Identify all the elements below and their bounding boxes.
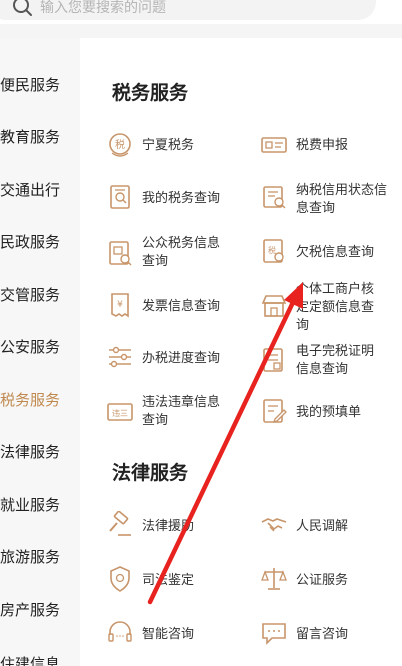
tax-declare-icon bbox=[260, 131, 288, 159]
service-mediation[interactable]: 人民调解 bbox=[260, 511, 390, 541]
tax-certificate-icon bbox=[260, 346, 288, 374]
service-label: 发票信息查询 bbox=[142, 298, 221, 313]
service-public-tax-info[interactable]: 公众税务信息查询 bbox=[106, 235, 246, 271]
service-progress-query[interactable]: 办税进度查询 bbox=[106, 343, 246, 373]
service-label: 我的税务查询 bbox=[142, 190, 221, 205]
service-label: 宁夏税务 bbox=[142, 137, 195, 152]
scales-icon bbox=[260, 565, 288, 593]
divider-band bbox=[0, 24, 402, 38]
progress-sliders-icon bbox=[106, 343, 134, 371]
service-label: 办税进度查询 bbox=[142, 350, 221, 365]
service-label: 公证服务 bbox=[296, 572, 349, 587]
service-label: 税费申报 bbox=[296, 137, 349, 152]
svg-text:税: 税 bbox=[268, 245, 276, 255]
sidebar-item-employment[interactable]: 就业服务 bbox=[0, 491, 80, 521]
message-icon bbox=[260, 619, 288, 647]
service-label: 智能咨询 bbox=[142, 626, 195, 641]
service-judicial-appraisal[interactable]: 司法鉴定 bbox=[106, 565, 236, 595]
search-input[interactable]: 输入您要搜索的问题 bbox=[40, 0, 166, 17]
service-tax-declare[interactable]: 税费申报 bbox=[260, 131, 390, 161]
section-title-law: 法律服务 bbox=[112, 463, 189, 484]
service-label: 电子完税证明信息查询 bbox=[296, 343, 375, 376]
service-label: 违法违章信息查询 bbox=[142, 394, 221, 427]
svg-text:税: 税 bbox=[115, 138, 125, 151]
service-my-tax-query[interactable]: 我的税务查询 bbox=[106, 183, 246, 213]
sidebar-item-education[interactable]: 教育服务 bbox=[0, 123, 80, 153]
service-ningxia-tax[interactable]: 税 宁夏税务 bbox=[106, 131, 236, 161]
service-legal-aid[interactable]: 法律援助 bbox=[106, 510, 236, 541]
sidebar-item-transport[interactable]: 交通出行 bbox=[0, 176, 80, 206]
service-violation-query[interactable]: 违三 违法违章信息查询 bbox=[106, 393, 246, 429]
tax-debt-icon: 税 bbox=[260, 237, 288, 265]
gavel-icon bbox=[106, 510, 134, 539]
service-label: 司法鉴定 bbox=[142, 572, 195, 587]
document-search-icon bbox=[106, 183, 134, 211]
prefill-form-icon bbox=[260, 397, 288, 425]
service-label: 法律援助 bbox=[142, 518, 195, 533]
service-label: 留言咨询 bbox=[296, 626, 349, 641]
search-icon[interactable] bbox=[12, 0, 34, 18]
sidebar-item-housing[interactable]: 房产服务 bbox=[0, 596, 80, 626]
sidebar-item-police[interactable]: 公安服务 bbox=[0, 333, 80, 363]
service-tax-certificate[interactable]: 电子完税证明信息查询 bbox=[260, 342, 390, 378]
tax-seal-icon: 税 bbox=[106, 131, 134, 159]
search-bar: 输入您要搜索的问题 bbox=[0, 0, 402, 24]
sidebar: 便民服务 教育服务 交通出行 民政服务 交管服务 公安服务 税务服务 法律服务 … bbox=[0, 38, 80, 666]
sidebar-item-tax[interactable]: 税务服务 bbox=[0, 386, 80, 416]
service-tax-debt[interactable]: 税 欠税信息查询 bbox=[260, 237, 390, 267]
handshake-icon bbox=[260, 511, 288, 539]
service-credit-status[interactable]: 纳税信用状态信息查询 bbox=[260, 182, 390, 219]
headset-icon bbox=[106, 619, 134, 647]
svg-text:¥: ¥ bbox=[117, 300, 123, 310]
sidebar-item-traffic[interactable]: 交管服务 bbox=[0, 281, 80, 311]
sidebar-item-law[interactable]: 法律服务 bbox=[0, 438, 80, 468]
service-smart-consult[interactable]: 智能咨询 bbox=[106, 619, 236, 649]
service-label: 公众税务信息查询 bbox=[142, 235, 221, 268]
public-info-icon bbox=[106, 239, 134, 267]
service-label: 纳税信用状态信息查询 bbox=[296, 182, 388, 215]
shop-icon bbox=[260, 292, 288, 320]
section-title-tax: 税务服务 bbox=[112, 83, 189, 104]
service-notary[interactable]: 公证服务 bbox=[260, 565, 390, 595]
sidebar-item-civil-affairs[interactable]: 民政服务 bbox=[0, 228, 80, 258]
service-individual-business[interactable]: 个体工商户核定定额信息查询 bbox=[260, 280, 390, 332]
service-prefill-form[interactable]: 我的预填单 bbox=[260, 397, 390, 427]
service-message-consult[interactable]: 留言咨询 bbox=[260, 619, 390, 649]
service-label: 人民调解 bbox=[296, 518, 349, 533]
service-label: 我的预填单 bbox=[296, 404, 362, 419]
service-label: 欠税信息查询 bbox=[296, 244, 375, 259]
invoice-icon: ¥ bbox=[106, 291, 134, 319]
credit-check-icon bbox=[260, 183, 288, 211]
service-label: 个体工商户核定定额信息查询 bbox=[296, 281, 375, 332]
sidebar-item-tourism[interactable]: 旅游服务 bbox=[0, 543, 80, 573]
sidebar-item-convenience[interactable]: 便民服务 bbox=[0, 71, 80, 101]
svg-text:违三: 违三 bbox=[112, 409, 128, 418]
service-invoice-query[interactable]: ¥ 发票信息查询 bbox=[106, 291, 246, 321]
sidebar-item-construction[interactable]: 住建信息 bbox=[0, 650, 80, 666]
badge-icon bbox=[106, 565, 134, 593]
violation-icon: 违三 bbox=[106, 398, 134, 426]
